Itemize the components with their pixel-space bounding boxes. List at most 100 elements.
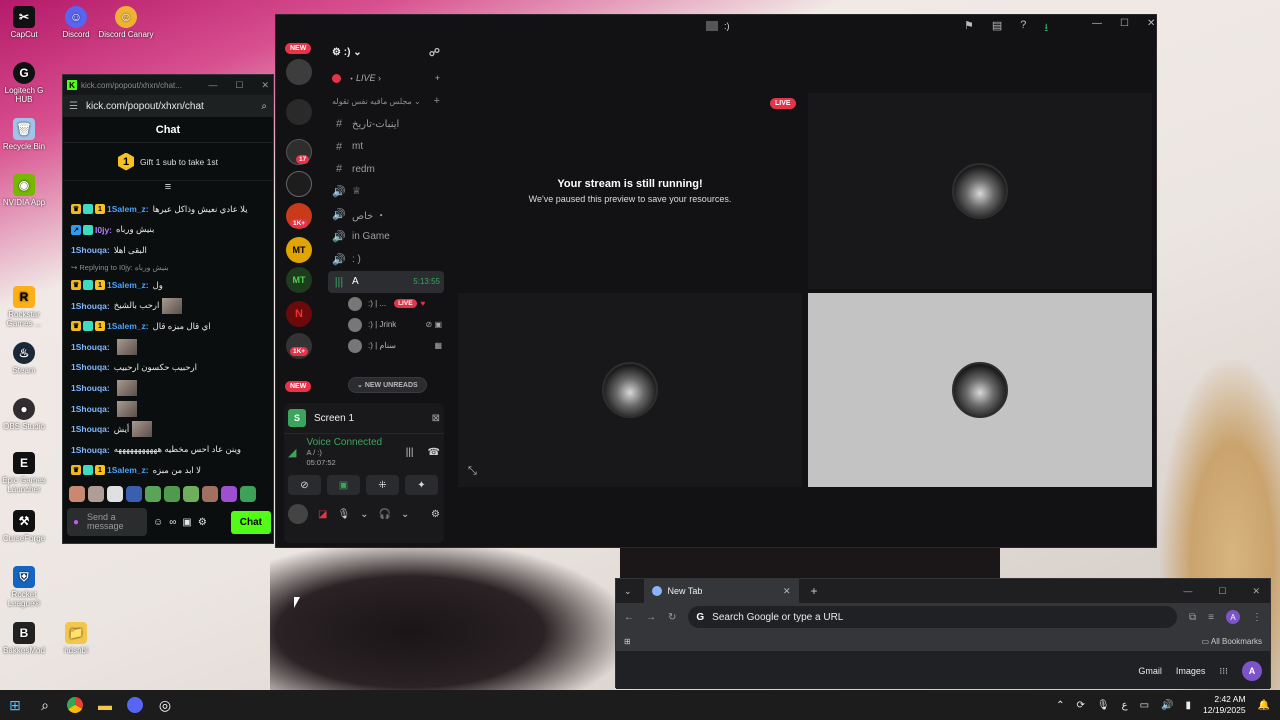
start-icon[interactable]: ⊞ (0, 690, 30, 720)
voice-channel-item[interactable]: 🔊 in Game (324, 226, 448, 249)
mic-icon[interactable]: 🎙 (1097, 700, 1110, 711)
new-pill[interactable]: NEW (285, 381, 312, 392)
server-icon-n[interactable]: N (286, 301, 312, 327)
server-icon-mt[interactable]: MT (286, 237, 312, 263)
channel-item[interactable]: # mt (324, 136, 448, 159)
desktop-icon-nvidia[interactable]: ◉ NVIDIA App (0, 174, 52, 207)
sync-icon[interactable]: ⟳ (1077, 700, 1085, 711)
desktop-icon-rocket-league[interactable]: ⛨ Rocket League® (0, 566, 52, 608)
close-icon[interactable]: ✕ (1252, 586, 1260, 597)
notification-icon[interactable]: 🔔 (1258, 700, 1270, 711)
participant-tile-speaking[interactable] (808, 293, 1152, 487)
kick-url-bar[interactable]: ☰ kick.com/popout/xhxn/chat ⌕ (63, 95, 273, 117)
add-channel-icon[interactable]: + (434, 95, 440, 107)
all-bookmarks[interactable]: ▭ All Bookmarks (1202, 637, 1262, 646)
zoom-icon[interactable]: ⌕ (261, 101, 267, 112)
chat-username[interactable]: 1Salem_z: (107, 204, 149, 214)
flag-icon[interactable]: ⚑ (964, 19, 974, 38)
pinned-toggle-icon[interactable]: ≡ (63, 181, 273, 193)
voice-user[interactable]: :) | سنام ▦ (324, 335, 448, 356)
extensions-icon[interactable]: ⧉ (1189, 612, 1196, 623)
chat-username[interactable]: 1Shouqa: (71, 301, 110, 311)
add-channel-icon[interactable]: + (435, 73, 440, 83)
minimize-icon[interactable]: — (1092, 18, 1102, 29)
desktop-icon-curseforge[interactable]: ⚒ CurseForge (0, 510, 52, 543)
voice-channel-item[interactable]: 🔊: ) (324, 248, 448, 271)
headphones-icon[interactable]: 🎧 (379, 509, 391, 520)
chat-username[interactable]: I0jy: (95, 225, 112, 235)
desktop-icon-obs[interactable]: ● OBS Studio (0, 398, 52, 431)
activities-button[interactable]: ⁜ (366, 475, 399, 495)
forward-icon[interactable]: → (646, 612, 656, 623)
emote[interactable] (69, 486, 85, 502)
profile-avatar[interactable]: A (1226, 610, 1240, 624)
participant-tile[interactable] (808, 93, 1152, 289)
close-tab-icon[interactable]: ✕ (783, 586, 791, 597)
images-link[interactable]: Images (1176, 666, 1206, 676)
desktop-icon-folder[interactable]: 📁 hdsnbl (48, 622, 104, 655)
show-hidden-icons[interactable]: ⌃ (1056, 700, 1064, 711)
language-indicator[interactable]: ع (1122, 700, 1128, 711)
google-apps-icon[interactable]: ⁝⁝⁝ (1219, 666, 1228, 677)
maximize-icon[interactable]: ☐ (1120, 18, 1129, 29)
signal-icon[interactable]: ◢ (288, 446, 296, 459)
new-pill[interactable]: NEW (285, 43, 312, 54)
chrome-taskbar-icon[interactable] (60, 690, 90, 720)
desktop-icon-discord-canary[interactable]: ☺ Discord Canary (98, 6, 154, 39)
menu-icon[interactable]: ⋮ (1252, 612, 1262, 623)
desktop-icon-rockstar[interactable]: R Rockstar Games ... (0, 286, 52, 328)
emote[interactable] (145, 486, 161, 502)
search-icon[interactable]: ⌕ (30, 690, 60, 720)
voice-user[interactable]: :) | Jrink ⊘ ▣ (324, 314, 448, 335)
chevron-down-icon[interactable]: ⌄ (401, 509, 409, 520)
maximize-icon[interactable]: ☐ (1218, 586, 1226, 597)
channel-category[interactable]: مجلس مافيه نفس تقوله ⌄ + (324, 89, 448, 113)
desktop-icon-discord[interactable]: ☺ Discord (48, 6, 104, 39)
infinity-icon[interactable]: ∞ (169, 517, 176, 528)
server-icon-mt-green[interactable]: MT (286, 267, 312, 293)
emote[interactable] (183, 486, 199, 502)
chat-username[interactable]: 1Salem_z: (107, 280, 149, 290)
live-channel[interactable]: ・ LIVE › + (324, 67, 448, 89)
battery-icon[interactable]: ▮ (1185, 700, 1191, 711)
camera-off-button[interactable]: ⊘ (288, 475, 321, 495)
server-icon[interactable] (286, 171, 312, 197)
emote[interactable] (88, 486, 104, 502)
close-icon[interactable]: ✕ (261, 80, 269, 91)
gmail-link[interactable]: Gmail (1138, 666, 1162, 676)
channel-item[interactable]: # redm (324, 158, 448, 181)
server-icon[interactable] (286, 99, 312, 125)
desktop-icon-epic[interactable]: E Epic Games Launcher (0, 452, 52, 494)
desktop-icon-recycle-bin[interactable]: 🗑 Recycle Bin (0, 118, 52, 151)
chevron-down-icon[interactable]: ⌄ (360, 509, 368, 520)
active-voice-channel[interactable]: ||| A 5:13:55 (328, 270, 444, 293)
download-icon[interactable]: ⭳ (1044, 19, 1048, 38)
desktop-icon-bakkesmod[interactable]: B BakkesMod (0, 622, 52, 655)
stop-share-icon[interactable]: ⊠ (432, 413, 440, 424)
emote[interactable] (107, 486, 123, 502)
media-icon[interactable]: ≡ (1208, 612, 1214, 623)
tab-search-icon[interactable]: ⌄ (624, 586, 632, 597)
emote[interactable] (221, 486, 237, 502)
noise-suppression-icon[interactable]: ||| (406, 447, 414, 458)
soundboard-button[interactable]: ✦ (405, 475, 438, 495)
minimize-icon[interactable]: — (1183, 586, 1192, 597)
emote[interactable] (164, 486, 180, 502)
chat-username[interactable]: 1Salem_z: (107, 321, 149, 331)
network-icon[interactable]: ▭ (1140, 700, 1149, 711)
desktop-icon-capcut[interactable]: ✂ CapCut (0, 6, 52, 39)
chat-username[interactable]: 1Shouqa: (71, 383, 110, 393)
voice-status[interactable]: Voice Connected (306, 437, 382, 448)
gift-icon[interactable]: ▣ (182, 517, 191, 528)
mic-icon[interactable]: 🎙 (337, 509, 350, 520)
chat-username[interactable]: 1Salem_z: (107, 465, 149, 475)
emoji-icon[interactable]: ☺ (153, 517, 163, 528)
help-icon[interactable]: ? (1020, 19, 1026, 38)
back-icon[interactable]: ← (624, 612, 634, 623)
emote[interactable] (240, 486, 256, 502)
voice-channel-item[interactable]: 🔊 خاص ・ (324, 203, 448, 226)
add-friend-icon[interactable]: ☍ (429, 46, 440, 59)
emote[interactable] (126, 486, 142, 502)
voice-user[interactable]: :) | ... LIVE ♥ (324, 293, 448, 314)
pop-out-icon[interactable]: ⤡ (468, 465, 477, 478)
